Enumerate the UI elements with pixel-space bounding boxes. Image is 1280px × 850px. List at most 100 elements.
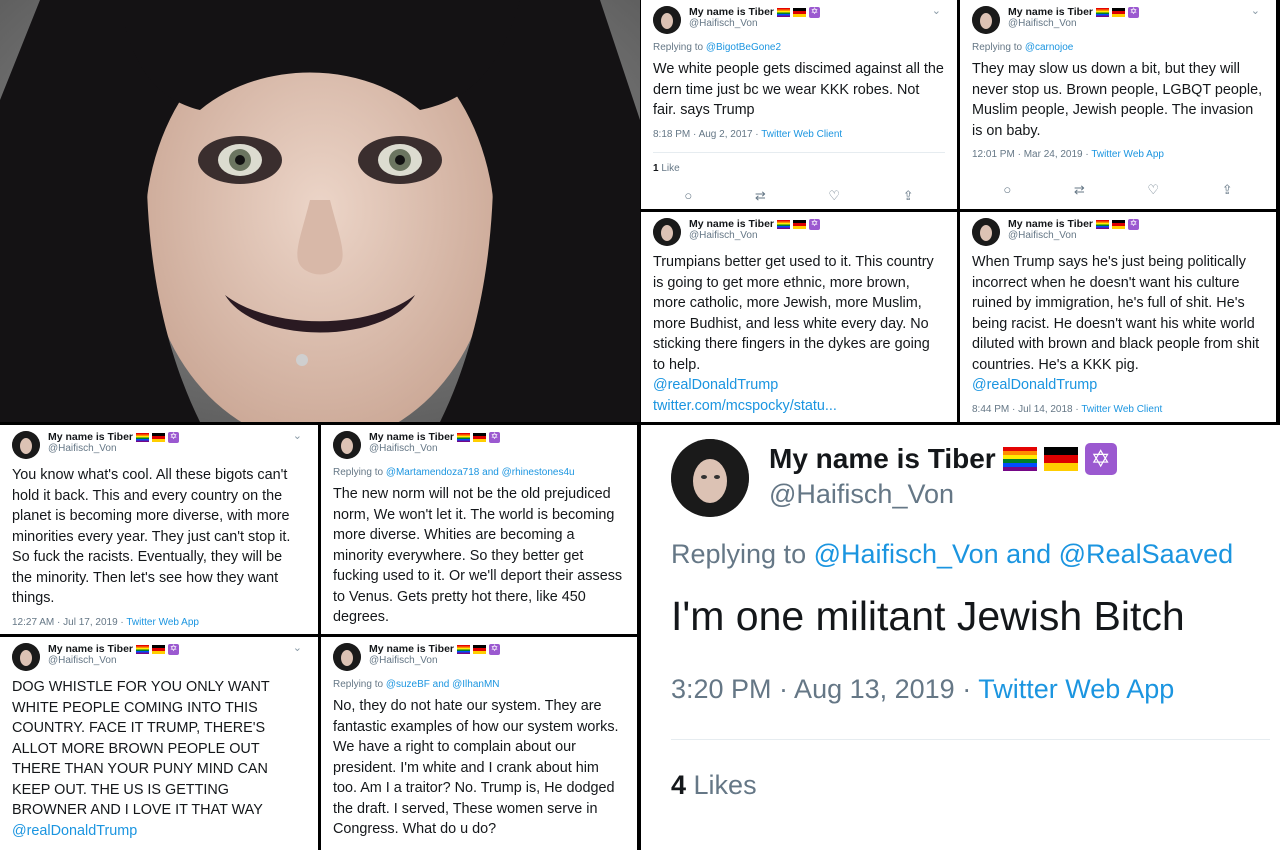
avatar[interactable] [333,643,361,671]
client-link[interactable]: Twitter Web App [1091,149,1164,160]
user-handle[interactable]: @Haifisch_Von [769,477,1117,512]
client-link[interactable]: Twitter Web Client [1081,404,1162,415]
action-bar: ○ ⇄ ♡ ⇪ [653,188,945,204]
rainbow-flag-icon [136,432,150,442]
display-name[interactable]: My name is Tiber ✡ [369,431,501,443]
rainbow-flag-icon [777,219,791,229]
star-of-david-icon: ✡ [1128,218,1140,230]
tweet-header: My name is Tiber ✡ @Haifisch_Von [653,218,945,246]
star-of-david-icon: ✡ [1084,443,1117,476]
chevron-down-icon[interactable]: ⌄ [293,641,302,654]
avatar[interactable] [972,6,1000,34]
mention-link[interactable]: @realDonaldTrump [972,377,1097,393]
client-link[interactable]: Twitter Web Client [761,129,842,140]
rainbow-flag-icon [1096,219,1110,229]
display-name[interactable]: My name is Tiber ✡ [1008,6,1140,18]
display-name[interactable]: My name is Tiber ✡ [48,643,180,655]
german-flag-icon [152,432,166,442]
user-handle[interactable]: @Haifisch_Von [369,655,500,667]
mention-link[interactable]: @realDonaldTrump [653,377,778,393]
mention-link[interactable]: @realDonaldTrump [12,823,137,839]
rainbow-flag-icon [1096,7,1110,17]
star-of-david-icon: ✡ [489,431,501,443]
client-link[interactable]: Twitter Web App [126,617,199,628]
tweet-header: My name is Tiber ✡ @Haifisch_Von ⌄ [12,641,306,671]
retweet-icon[interactable]: ⇄ [1074,182,1085,198]
tweet-text: No, they do not hate our system. They ar… [333,698,619,837]
avatar[interactable] [671,439,749,517]
tweet-card-large[interactable]: My name is Tiber ✡ @Haifisch_Von Replying… [641,425,1280,850]
display-name[interactable]: My name is Tiber ✡ [689,218,821,230]
tweet-header: My name is Tiber ✡ @Haifisch_Von [972,218,1264,246]
tweet-meta: 3:20 PM · Aug 13, 2019 · Twitter Web App [671,674,1270,740]
display-name[interactable]: My name is Tiber ✡ [769,441,1117,477]
chevron-down-icon[interactable]: ⌄ [932,4,941,17]
rainbow-flag-icon [457,432,471,442]
likes-count[interactable]: 4 Likes [671,770,1270,801]
tweet-card[interactable]: My name is Tiber ✡ @Haifisch_Von Replying… [321,425,637,634]
display-name[interactable]: My name is Tiber ✡ [689,6,821,18]
action-bar: ○ ⇄ ♡ ⇪ [972,182,1264,198]
german-flag-icon [793,7,807,17]
german-flag-icon [1112,7,1126,17]
display-name[interactable]: My name is Tiber ✡ [1008,218,1140,230]
tweet-card[interactable]: My name is Tiber ✡ @Haifisch_Von ⌄ You kn… [0,425,318,634]
avatar[interactable] [12,431,40,459]
user-handle[interactable]: @Haifisch_Von [48,655,179,667]
like-icon[interactable]: ♡ [828,188,840,204]
star-of-david-icon: ✡ [489,643,501,655]
tweet-text: They may slow us down a bit, but they wi… [972,61,1263,139]
rainbow-flag-icon [1002,447,1037,472]
share-icon[interactable]: ⇪ [903,188,914,204]
mention-link[interactable]: @carnojoe [1025,42,1074,53]
star-of-david-icon: ✡ [168,643,180,655]
tweet-card[interactable]: My name is Tiber ✡ @Haifisch_Von ⌄ Replyi… [960,0,1276,209]
user-handle[interactable]: @Haifisch_Von [48,443,179,455]
mention-link[interactable]: @Haifisch_Von and @RealSaaved [814,539,1234,569]
tweet-card[interactable]: My name is Tiber ✡ @Haifisch_Von When Tru… [960,212,1276,422]
tweet-text: You know what's cool. All these bigots c… [12,467,291,606]
mention-link[interactable]: @BigotBeGone2 [706,42,781,53]
tweet-card[interactable]: My name is Tiber ✡ @Haifisch_Von ⌄ Replyi… [641,0,957,209]
url-link[interactable]: twitter.com/mcspocky/statu... [653,398,837,414]
tweet-header: My name is Tiber ✡ @Haifisch_Von [671,439,1270,517]
profile-photo [0,0,640,422]
mention-link[interactable]: @suzeBF and @IlhanMN [386,679,500,690]
tweet-header: My name is Tiber ✡ @Haifisch_Von ⌄ [653,4,945,34]
chevron-down-icon[interactable]: ⌄ [1251,4,1260,17]
avatar[interactable] [653,218,681,246]
user-handle[interactable]: @Haifisch_Von [1008,18,1139,30]
rainbow-flag-icon [136,644,150,654]
avatar[interactable] [333,431,361,459]
tweet-header: My name is Tiber ✡ @Haifisch_Von [333,431,625,459]
tweet-card[interactable]: My name is Tiber ✡ @Haifisch_Von ⌄ DOG WH… [0,637,318,850]
display-name[interactable]: My name is Tiber ✡ [48,431,180,443]
share-icon[interactable]: ⇪ [1222,182,1233,198]
tweet-meta: 12:27 AM · Jul 17, 2019 · Twitter Web Ap… [12,616,199,628]
user-handle[interactable]: @Haifisch_Von [689,18,820,30]
client-link[interactable]: Twitter Web App [978,674,1174,704]
chevron-down-icon[interactable]: ⌄ [293,429,302,442]
user-handle[interactable]: @Haifisch_Von [689,230,820,242]
tweet-card[interactable]: My name is Tiber ✡ @Haifisch_Von Replying… [321,637,637,850]
user-handle[interactable]: @Haifisch_Von [369,443,500,455]
star-of-david-icon: ✡ [809,6,821,18]
reply-icon[interactable]: ○ [1003,182,1011,198]
replying-to: Replying to @Martamendoza718 and @rhines… [333,467,575,478]
tweet-card[interactable]: My name is Tiber ✡ @Haifisch_Von Trumpian… [641,212,957,422]
german-flag-icon [1112,219,1126,229]
avatar[interactable] [12,643,40,671]
like-icon[interactable]: ♡ [1147,182,1159,198]
avatar[interactable] [972,218,1000,246]
likes-count[interactable]: 1 Like [653,151,945,174]
german-flag-icon [473,644,487,654]
tweet-text: When Trump says he's just being politica… [972,254,1260,393]
retweet-icon[interactable]: ⇄ [755,188,766,204]
reply-icon[interactable]: ○ [684,188,692,204]
german-flag-icon [1043,447,1078,472]
avatar[interactable] [653,6,681,34]
replying-to: Replying to @Haifisch_Von and @RealSaave… [671,539,1234,569]
display-name[interactable]: My name is Tiber ✡ [369,643,501,655]
user-handle[interactable]: @Haifisch_Von [1008,230,1139,242]
mention-link[interactable]: @Martamendoza718 and @rhinestones4u [386,467,575,478]
